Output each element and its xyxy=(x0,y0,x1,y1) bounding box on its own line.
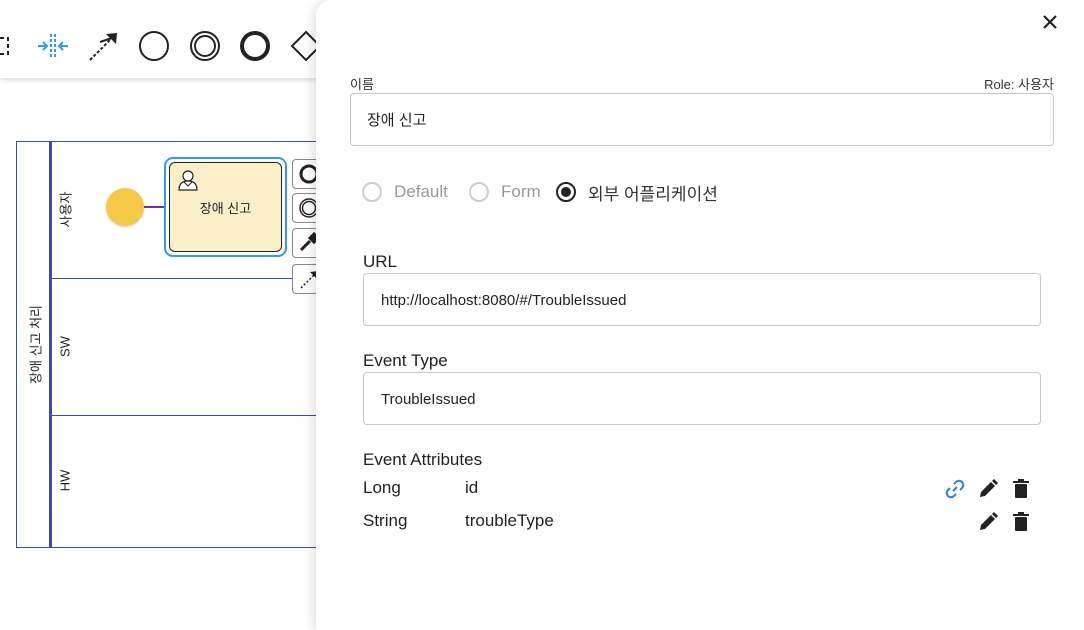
radio-circle[interactable] xyxy=(362,182,382,202)
task-label: 장애 신고 xyxy=(199,200,252,216)
name-field-label: 이름 xyxy=(350,77,374,92)
event-attributes-title: Event Attributes xyxy=(363,450,483,469)
close-button[interactable] xyxy=(1036,8,1064,36)
bpmn-canvas[interactable]: 장애 신고 처리 사용자 SW HW 장애 신고 xyxy=(0,0,330,630)
tool-palette xyxy=(0,0,330,78)
user-task[interactable]: 장애 신고 xyxy=(164,157,287,257)
edit-icon[interactable] xyxy=(977,511,999,533)
lane-divider xyxy=(50,142,52,547)
lane-label: HW xyxy=(57,469,73,492)
pool-label: 장애 신고 처리 xyxy=(28,305,44,384)
lane-label: SW xyxy=(57,336,73,357)
task-body: 장애 신고 xyxy=(169,162,282,252)
delete-icon[interactable] xyxy=(1010,511,1032,533)
lasso-tool-icon[interactable] xyxy=(0,28,18,64)
space-tool-icon[interactable] xyxy=(35,28,71,64)
name-field[interactable]: 장애 신고 xyxy=(350,93,1054,146)
radio-circle[interactable] xyxy=(469,182,489,202)
start-event[interactable] xyxy=(106,188,144,226)
radio-label: Default xyxy=(394,182,448,201)
attribute-name: troubleType xyxy=(465,511,554,530)
pool-label-column: 장애 신고 처리 xyxy=(17,142,50,547)
properties-panel: 이름 Role: 사용자 장애 신고 Default Form 외부 어플리케이… xyxy=(316,0,1084,630)
radio-label: Form xyxy=(501,182,541,201)
close-icon xyxy=(1043,15,1057,29)
intermediate-event-tool-icon[interactable] xyxy=(187,28,223,64)
url-title: URL xyxy=(363,252,398,271)
lane-sw[interactable]: SW xyxy=(50,279,330,416)
radio-circle[interactable] xyxy=(556,182,576,202)
role-text: Role: 사용자 xyxy=(984,77,1054,92)
connect-tool-icon[interactable] xyxy=(86,28,122,64)
attribute-type: String xyxy=(363,511,408,530)
radio-label: 외부 어플리케이션 xyxy=(588,184,718,204)
end-event-tool-icon[interactable] xyxy=(237,28,273,64)
url-field[interactable]: http://localhost:8080/#/TroubleIssued xyxy=(363,273,1041,326)
event-type-title: Event Type xyxy=(363,351,448,370)
attribute-type: Long xyxy=(363,478,401,497)
attribute-name: id xyxy=(465,478,479,497)
radio-form[interactable]: Form xyxy=(469,180,541,204)
link-icon[interactable] xyxy=(944,478,966,500)
radio-external-application[interactable]: 외부 어플리케이션 xyxy=(556,180,718,204)
attribute-row: String troubleType xyxy=(363,511,1043,535)
attribute-row: Long id xyxy=(363,478,1043,502)
edit-icon[interactable] xyxy=(977,478,999,500)
lane-hw[interactable]: HW xyxy=(50,416,330,547)
lane-label: 사용자 xyxy=(58,191,74,228)
event-type-field[interactable]: TroubleIssued xyxy=(363,372,1041,425)
delete-icon[interactable] xyxy=(1010,478,1032,500)
user-task-icon xyxy=(178,170,198,191)
radio-default[interactable]: Default xyxy=(362,180,448,204)
start-event-tool-icon[interactable] xyxy=(136,28,172,64)
